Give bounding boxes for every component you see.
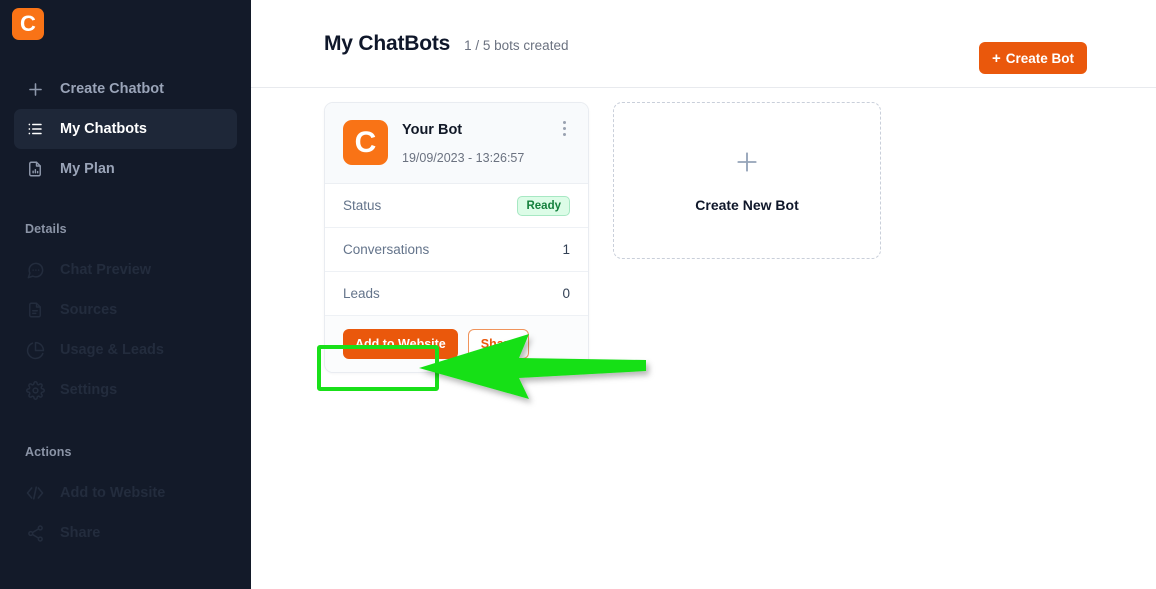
create-bot-button[interactable]: + Create Bot <box>978 42 1087 74</box>
bot-meta: Your Bot 19/09/2023 - 13:26:57 <box>402 120 524 165</box>
share-icon <box>25 523 45 543</box>
plus-icon <box>25 79 45 99</box>
sidebar-item-label: My Plan <box>60 161 115 177</box>
document-chart-icon <box>25 159 45 179</box>
plus-icon: + <box>991 49 1001 67</box>
kebab-menu-icon[interactable] <box>556 119 572 137</box>
pie-chart-icon <box>25 340 45 360</box>
gear-icon <box>25 380 45 400</box>
stat-label: Leads <box>343 286 380 301</box>
sidebar-item-sources: Sources <box>14 290 237 330</box>
share-button[interactable]: Share <box>467 329 529 359</box>
create-bot-button-label: Create Bot <box>1005 50 1074 66</box>
logo-wrapper: C <box>0 0 251 40</box>
sidebar-item-my-plan[interactable]: My Plan <box>14 149 237 189</box>
main-content: My ChatBots 1 / 5 bots created + Create … <box>251 0 1156 589</box>
sidebar-item-label: Settings <box>60 382 118 398</box>
sidebar-item-add-to-website: Add to Website <box>14 473 237 513</box>
sidebar-item-label: My Chatbots <box>60 121 147 137</box>
bot-created-at: 19/09/2023 - 13:26:57 <box>402 151 525 165</box>
stat-row-leads: Leads 0 <box>325 272 588 316</box>
sidebar-primary-nav: Create Chatbot My Chatbots My Plan <box>0 69 251 189</box>
stat-row-status: Status Ready <box>325 184 588 228</box>
sidebar-item-create-chatbot[interactable]: Create Chatbot <box>14 69 237 109</box>
document-icon <box>25 300 45 320</box>
sidebar-group-details: Details Chat Preview Sources Usage & Lea… <box>0 222 251 410</box>
status-badge: Ready <box>517 195 570 216</box>
bot-card[interactable]: C Your Bot 19/09/2023 - 13:26:57 Status … <box>324 102 589 373</box>
sidebar-item-label: Share <box>60 525 101 541</box>
add-to-website-button[interactable]: Add to Website <box>343 329 458 359</box>
sidebar-item-share: Share <box>14 513 237 553</box>
sidebar-item-usage-leads: Usage & Leads <box>14 330 237 370</box>
bot-name: Your Bot <box>402 122 463 138</box>
page-header: My ChatBots 1 / 5 bots created + Create … <box>251 0 1156 88</box>
bots-created-count: 1 / 5 bots created <box>464 37 569 53</box>
sidebar: C Create Chatbot My Chatbots My Plan Det… <box>0 0 251 589</box>
stat-value: 1 <box>562 242 570 257</box>
sidebar-item-label: Sources <box>60 302 118 318</box>
sidebar-item-label: Add to Website <box>60 485 166 501</box>
bot-card-header: C Your Bot 19/09/2023 - 13:26:57 <box>325 103 588 184</box>
sidebar-group-label-actions: Actions <box>25 445 72 459</box>
bot-avatar: C <box>343 120 388 165</box>
sidebar-item-chat-preview: Chat Preview <box>14 250 237 290</box>
sidebar-item-my-chatbots[interactable]: My Chatbots <box>14 109 237 149</box>
stat-row-conversations: Conversations 1 <box>325 228 588 272</box>
sidebar-group-actions-list: Add to Website Share <box>0 473 251 553</box>
sidebar-group-details-list: Chat Preview Sources Usage & Leads Setti… <box>0 250 251 410</box>
create-new-bot-label: Create New Bot <box>695 196 799 213</box>
page-title: My ChatBots <box>324 31 451 55</box>
plus-icon <box>734 149 760 180</box>
create-new-bot-card[interactable]: Create New Bot <box>613 102 881 259</box>
chat-bubble-icon <box>25 260 45 280</box>
bots-grid: C Your Bot 19/09/2023 - 13:26:57 Status … <box>251 88 1156 373</box>
sidebar-item-label: Chat Preview <box>60 262 152 278</box>
title-row: My ChatBots 1 / 5 bots created <box>324 32 568 56</box>
list-icon <box>25 119 45 139</box>
sidebar-group-actions: Actions Add to Website Share <box>0 445 251 553</box>
sidebar-group-label-details: Details <box>25 222 67 236</box>
stat-label: Conversations <box>343 242 430 257</box>
app-logo[interactable]: C <box>12 8 44 40</box>
stat-label: Status <box>343 198 382 213</box>
sidebar-item-label: Usage & Leads <box>60 342 164 358</box>
code-icon <box>25 483 45 503</box>
sidebar-item-settings: Settings <box>14 370 237 410</box>
app-root: C Create Chatbot My Chatbots My Plan Det… <box>0 0 1156 589</box>
sidebar-item-label: Create Chatbot <box>60 81 164 97</box>
stat-value: 0 <box>562 286 570 301</box>
bot-card-actions: Add to Website Share <box>325 316 588 372</box>
